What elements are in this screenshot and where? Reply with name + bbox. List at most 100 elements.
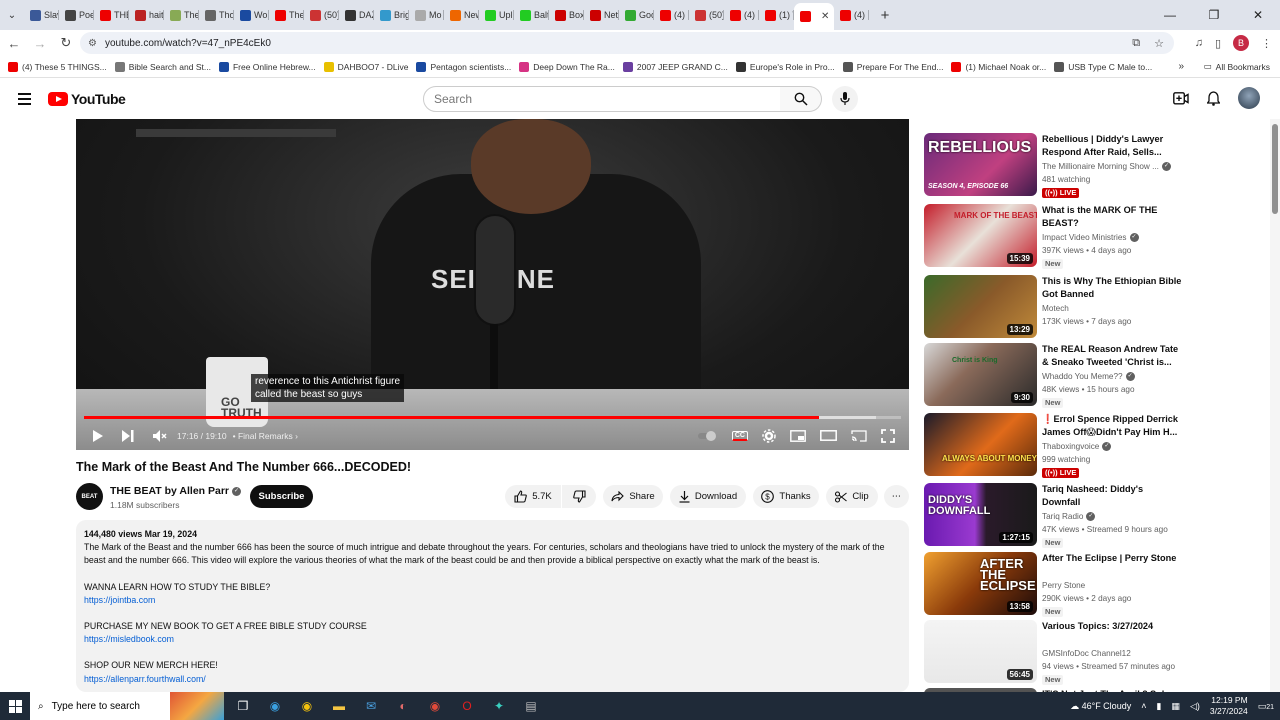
more-bookmarks-chevron-icon[interactable]: » — [1178, 61, 1184, 72]
recommended-video-card[interactable]: Christ is King 9:30 The REAL Reason Andrew… — [924, 343, 1269, 408]
miniplayer-icon[interactable] — [790, 429, 806, 442]
chrome-browser-icon[interactable]: ◉ — [296, 695, 318, 717]
chrome-profile-icon[interactable]: ◉ — [424, 695, 446, 717]
opera-browser-icon[interactable]: O — [456, 695, 478, 717]
share-button[interactable]: Share — [603, 485, 663, 508]
recommended-video-card[interactable]: AFTER THE ECLIPSE 13:58 After The Eclipse … — [924, 552, 1269, 617]
bookmark-item[interactable]: (4) These 5 THINGS... — [8, 61, 107, 72]
browser-tab[interactable]: New — [444, 3, 479, 27]
search-highlight-image[interactable] — [170, 692, 224, 720]
recommended-video-card[interactable]: REBELLIOUS SEASON 4, EPISODE 66 Rebellious… — [924, 133, 1269, 198]
autoplay-toggle-icon[interactable] — [697, 430, 718, 441]
app-icon-gray[interactable]: ▤ — [520, 695, 542, 717]
browser-tab[interactable]: Box — [549, 3, 584, 27]
minimize-button[interactable]: — — [1148, 0, 1192, 30]
recommended-video-title[interactable]: After The Eclipse | Perry Stone — [1042, 552, 1182, 565]
recommended-channel-name[interactable]: Motech — [1042, 304, 1069, 313]
channel-avatar[interactable]: BEAT — [76, 483, 103, 510]
account-avatar[interactable] — [1238, 87, 1260, 109]
notifications-bell-icon[interactable] — [1207, 90, 1220, 106]
video-thumbnail[interactable]: MARK OF THE BEAST ? 15:39 — [924, 204, 1037, 267]
settings-gear-icon[interactable] — [762, 428, 776, 443]
video-player[interactable]: SEISMNE GOTRUTH reverence to this Antich… — [76, 119, 909, 450]
next-button[interactable] — [122, 421, 134, 450]
cast-icon[interactable] — [851, 429, 867, 442]
browser-tab[interactable]: Poe — [59, 3, 94, 27]
browser-tab[interactable]: THE — [94, 3, 129, 27]
reload-button[interactable]: ↻ — [54, 35, 78, 51]
close-tab-icon[interactable]: ✕ — [821, 11, 829, 22]
recommended-channel-name[interactable]: Impact Video Ministries ✓ — [1042, 233, 1139, 243]
browser-tab[interactable]: Net — [584, 3, 619, 27]
file-explorer-icon[interactable]: ▬ — [328, 695, 350, 717]
recommended-video-card[interactable]: 56:45 Various Topics: 3/27/2024 GMSInfoDoc… — [924, 620, 1269, 685]
recommended-video-title[interactable]: ❗Errol Spence Ripped Derrick James Off😱D… — [1042, 413, 1182, 439]
channel-name[interactable]: THE BEAT by Allen Parr ✓ — [110, 485, 242, 497]
browser-tab[interactable]: Mo — [409, 3, 444, 27]
chapter-title[interactable]: • Final Remarks › — [233, 431, 298, 441]
description-link-jointba[interactable]: https://jointba.com — [84, 594, 901, 607]
forward-button[interactable]: → — [28, 36, 52, 51]
page-scrollbar[interactable] — [1270, 119, 1280, 692]
browser-tab[interactable]: (50) — [689, 3, 724, 27]
browser-tab[interactable]: Balt — [514, 3, 549, 27]
recommended-channel-name[interactable]: Thaboxingvoice ✓ — [1042, 442, 1112, 452]
maximize-button[interactable]: ❐ — [1192, 0, 1236, 30]
new-tab-button[interactable]: + — [873, 7, 897, 24]
profile-avatar[interactable]: B — [1233, 35, 1249, 51]
video-thumbnail[interactable]: 56:45 — [924, 620, 1037, 683]
edge-browser-icon[interactable]: ◉ — [264, 695, 286, 717]
subtitles-button[interactable]: CC — [731, 430, 748, 441]
browser-tab[interactable]: DAZ — [339, 3, 374, 27]
theater-mode-icon[interactable] — [820, 430, 837, 441]
browser-tab[interactable]: The — [164, 3, 199, 27]
more-actions-button[interactable]: ⋯ — [884, 485, 909, 508]
browser-tab[interactable]: (4) I — [724, 3, 759, 27]
video-thumbnail[interactable]: AFTER THE ECLIPSE 13:58 — [924, 552, 1037, 615]
recommended-video-title[interactable]: Tariq Nasheed: Diddy's Downfall — [1042, 483, 1182, 509]
side-panel-icon[interactable]: ▯ — [1215, 37, 1221, 50]
browser-tab[interactable]: Wo — [234, 3, 269, 27]
video-thumbnail[interactable]: Christ is King 9:30 — [924, 343, 1037, 406]
bookmark-item[interactable]: Bible Search and St... — [114, 61, 211, 72]
tab-search-chevron-icon[interactable]: ⌄ — [0, 0, 24, 30]
clip-button[interactable]: Clip — [826, 485, 878, 508]
mute-button[interactable] — [153, 421, 167, 450]
recommended-video-title[interactable]: The REAL Reason Andrew Tate & Sneako Twe… — [1042, 343, 1182, 369]
browser-tab[interactable]: (4) — [654, 3, 689, 27]
recommended-video-title[interactable]: Rebellious | Diddy's Lawyer Respond Afte… — [1042, 133, 1182, 159]
recommended-channel-name[interactable]: GMSInfoDoc Channel12 — [1042, 649, 1131, 658]
browser-tab[interactable]: Slav — [24, 3, 59, 27]
browser-tab[interactable]: hait — [129, 3, 164, 27]
all-bookmarks-button[interactable]: ▭ All Bookmarks — [1204, 61, 1270, 72]
bookmark-item[interactable]: Europe's Role in Pro... — [735, 61, 835, 72]
fullscreen-icon[interactable] — [881, 428, 895, 443]
youtube-logo[interactable]: YouTube — [48, 91, 126, 107]
clock[interactable]: 12:19 PM 3/27/2024 — [1210, 695, 1248, 717]
video-thumbnail[interactable]: DIDDY'S DOWNFALL 1:27:15 — [924, 483, 1037, 546]
mail-icon[interactable]: ✉ — [360, 695, 382, 717]
bookmark-item[interactable]: Deep Down The Ra... — [519, 61, 615, 72]
recommended-video-card[interactable]: ALWAYS ABOUT MONEY ❗Errol Spence Ripped D… — [924, 413, 1269, 478]
app-icon-teal[interactable]: ✦ — [488, 695, 510, 717]
bookmark-star-icon[interactable]: ☆ — [1154, 37, 1164, 50]
bookmark-item[interactable]: Prepare For The End... — [842, 61, 943, 72]
recommended-video-card[interactable]: DIDDY'S DOWNFALL 1:27:15 Tariq Nasheed: Di… — [924, 483, 1269, 548]
bookmark-item[interactable]: 2007 JEEP GRAND C... — [622, 61, 728, 72]
back-button[interactable]: ← — [2, 36, 26, 51]
recommended-video-title[interactable]: Various Topics: 3/27/2024 — [1042, 620, 1182, 633]
video-thumbnail[interactable]: REBELLIOUS SEASON 4, EPISODE 66 — [924, 133, 1037, 196]
bookmark-item[interactable]: DAHBOO7 - DLive — [323, 61, 408, 72]
task-view-icon[interactable]: ❐ — [232, 695, 254, 717]
notifications-button[interactable]: ▭21 — [1258, 701, 1274, 712]
weather-widget[interactable]: ☁ 46°F Cloudy — [1070, 701, 1131, 712]
browser-tab[interactable]: Upl — [479, 3, 514, 27]
recommended-video-title[interactable]: This is Why The Ethiopian Bible Got Bann… — [1042, 275, 1182, 301]
browser-tab[interactable]: (4) — [834, 3, 869, 27]
browser-tab[interactable]: Goo — [619, 3, 654, 27]
recommended-video-title[interactable]: What is the MARK OF THE BEAST? — [1042, 204, 1182, 230]
recommended-video-card[interactable]: 13:29 This is Why The Ethiopian Bible Got… — [924, 275, 1269, 339]
play-button[interactable] — [92, 421, 103, 450]
like-button[interactable]: 5.7K — [505, 485, 561, 508]
recommended-channel-name[interactable]: Tariq Radio ✓ — [1042, 512, 1096, 522]
